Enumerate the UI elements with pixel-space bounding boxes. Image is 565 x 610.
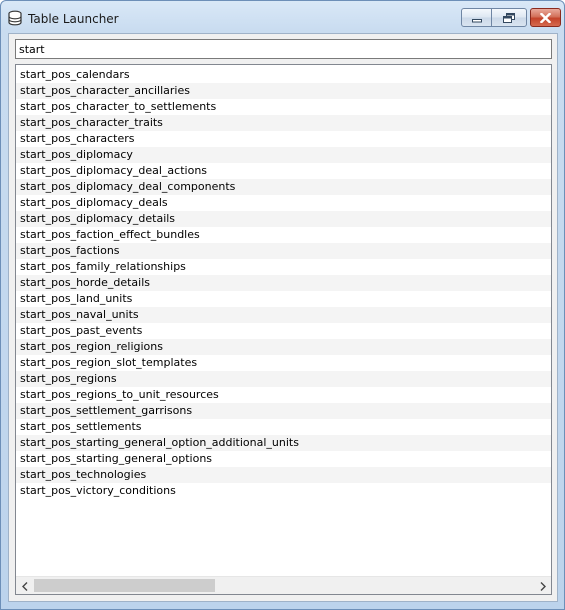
- list-item[interactable]: start_pos_settlement_garrisons: [16, 403, 551, 419]
- list-item[interactable]: start_pos_naval_units: [16, 307, 551, 323]
- client-area: start_pos_calendarsstart_pos_character_a…: [8, 33, 558, 602]
- list-item[interactable]: start_pos_region_slot_templates: [16, 355, 551, 371]
- list-item[interactable]: start_pos_regions: [16, 371, 551, 387]
- list-item[interactable]: start_pos_regions_to_unit_resources: [16, 387, 551, 403]
- list-item[interactable]: start_pos_character_to_settlements: [16, 99, 551, 115]
- list-item[interactable]: start_pos_family_relationships: [16, 259, 551, 275]
- list-item[interactable]: start_pos_character_traits: [16, 115, 551, 131]
- list-item[interactable]: start_pos_diplomacy_deal_components: [16, 179, 551, 195]
- table-list-items: start_pos_calendars start_pos_character_a…: [16, 67, 551, 499]
- list-item[interactable]: start_pos_horde_details: [16, 275, 551, 291]
- list-item[interactable]: start_pos_faction_effect_bundles: [16, 227, 551, 243]
- window-title: Table Launcher: [28, 12, 119, 26]
- title-bar[interactable]: Table Launcher: [1, 1, 564, 33]
- list-item[interactable]: start_pos_diplomacy_deals: [16, 195, 551, 211]
- list-item[interactable]: start_pos_diplomacy_details: [16, 211, 551, 227]
- list-item[interactable]: start_pos_starting_general_option_additi…: [16, 435, 551, 451]
- list-item[interactable]: start_pos_factions: [16, 243, 551, 259]
- minimize-button[interactable]: [461, 8, 492, 27]
- minimize-icon: [471, 8, 482, 27]
- close-icon: [539, 8, 552, 27]
- table-list[interactable]: start_pos_calendars start_pos_character_a…: [15, 64, 552, 595]
- table-launcher-window: Table Launcher start start_pos_calendars…: [0, 0, 565, 610]
- close-button[interactable]: [530, 8, 561, 27]
- list-item[interactable]: start_pos_character_ancillaries: [16, 83, 551, 99]
- list-item[interactable]: start_pos_diplomacy_deal_actions: [16, 163, 551, 179]
- list-item[interactable]: start_pos_calendars: [16, 67, 551, 83]
- chevron-right-icon: [540, 576, 546, 594]
- chevron-left-icon: [21, 576, 28, 594]
- restore-button[interactable]: [491, 8, 527, 27]
- list-item[interactable]: start_pos_land_units: [16, 291, 551, 307]
- list-item[interactable]: start_pos_characters: [16, 131, 551, 147]
- restore-icon: [503, 8, 515, 27]
- horizontal-scrollbar[interactable]: [16, 576, 551, 594]
- scroll-left-button[interactable]: [16, 577, 33, 594]
- list-item[interactable]: start_pos_region_religions: [16, 339, 551, 355]
- list-item[interactable]: start_pos_technologies: [16, 467, 551, 483]
- list-item[interactable]: start_pos_settlements: [16, 419, 551, 435]
- list-item[interactable]: start_pos_starting_general_options: [16, 451, 551, 467]
- scrollbar-thumb[interactable]: [34, 579, 215, 592]
- scroll-right-button[interactable]: [534, 577, 551, 594]
- list-item[interactable]: start_pos_past_events: [16, 323, 551, 339]
- database-icon: [7, 10, 23, 26]
- search-input[interactable]: [15, 39, 552, 59]
- list-item[interactable]: start_pos_victory_conditions: [16, 483, 551, 499]
- list-item[interactable]: start_pos_diplomacy: [16, 147, 551, 163]
